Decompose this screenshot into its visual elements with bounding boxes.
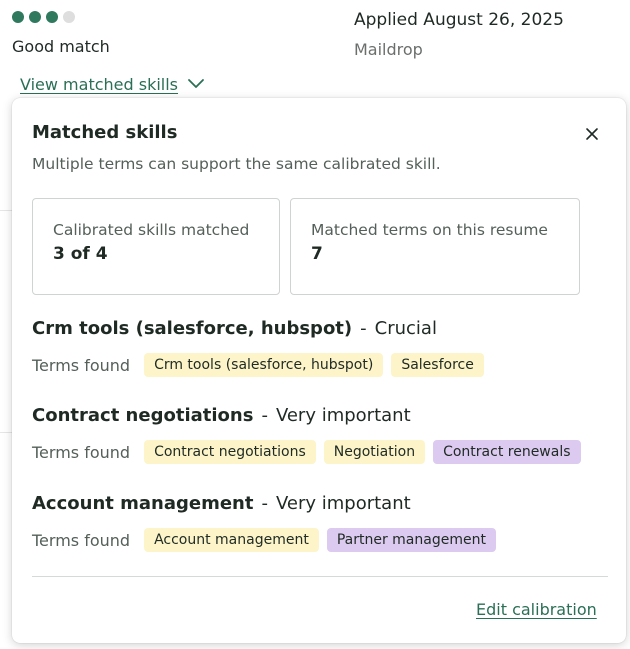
- skill-section: Contract negotiations - Very important Ter…: [32, 405, 602, 464]
- term-tag: Negotiation: [323, 440, 426, 464]
- skill-importance: Crucial: [374, 318, 437, 339]
- match-dot-filled: [46, 11, 58, 23]
- matched-skills-popover: Matched skills Multiple terms can suppor…: [12, 98, 626, 643]
- popover-divider: [32, 576, 608, 577]
- terms-found-label: Terms found: [32, 530, 131, 550]
- term-tag: Salesforce: [391, 353, 484, 377]
- popover-subtitle: Multiple terms can support the same cali…: [32, 155, 441, 173]
- edit-calibration-link[interactable]: Edit calibration: [476, 600, 597, 619]
- stat-label: Calibrated skills matched: [53, 221, 250, 239]
- match-strength-indicator: [12, 11, 75, 23]
- match-dot-empty: [63, 11, 75, 23]
- skill-heading: Account management - Very important: [32, 493, 602, 514]
- skill-importance: Very important: [275, 493, 411, 514]
- skill-heading: Crm tools (salesforce, hubspot) - Crucial: [32, 318, 602, 339]
- skill-name: Contract negotiations: [32, 405, 254, 426]
- skill-separator: -: [261, 493, 268, 514]
- match-label: Good match: [12, 37, 110, 56]
- popover-title: Matched skills: [32, 122, 178, 143]
- term-tag: Contract negotiations: [144, 440, 316, 464]
- match-dot-filled: [12, 11, 24, 23]
- view-matched-skills-label: View matched skills: [20, 74, 179, 94]
- application-source: Maildrop: [354, 40, 423, 59]
- stat-card-skills-matched: Calibrated skills matched 3 of 4: [32, 198, 280, 295]
- term-tag: Contract renewals: [433, 440, 581, 464]
- skill-importance: Very important: [275, 405, 411, 426]
- skill-name: Crm tools (salesforce, hubspot): [32, 318, 353, 339]
- term-tag: Partner management: [326, 528, 496, 552]
- terms-found-label: Terms found: [32, 355, 131, 375]
- match-dot-filled: [29, 11, 41, 23]
- stat-value: 3 of 4: [53, 244, 108, 264]
- close-icon[interactable]: [582, 124, 602, 144]
- skill-name: Account management: [32, 493, 254, 514]
- applied-date: Applied August 26, 2025: [354, 10, 564, 30]
- terms-found-row: Terms found Crm tools (salesforce, hubsp…: [32, 353, 602, 377]
- term-tag: Crm tools (salesforce, hubspot): [144, 353, 384, 377]
- skill-separator: -: [360, 318, 367, 339]
- view-matched-skills-link[interactable]: View matched skills: [20, 74, 206, 94]
- stat-label: Matched terms on this resume: [311, 221, 548, 239]
- skill-separator: -: [261, 405, 268, 426]
- stat-value: 7: [311, 244, 323, 264]
- skill-heading: Contract negotiations - Very important: [32, 405, 602, 426]
- terms-found-label: Terms found: [32, 442, 131, 462]
- terms-found-row: Terms found Account management Partner m…: [32, 528, 602, 552]
- stat-card-terms-matched: Matched terms on this resume 7: [290, 198, 580, 295]
- chevron-down-icon: [188, 79, 204, 88]
- term-tag: Account management: [144, 528, 319, 552]
- terms-found-row: Terms found Contract negotiations Negoti…: [32, 440, 602, 464]
- skill-section: Crm tools (salesforce, hubspot) - Crucial …: [32, 318, 602, 377]
- skill-section: Account management - Very important Terms …: [32, 493, 602, 552]
